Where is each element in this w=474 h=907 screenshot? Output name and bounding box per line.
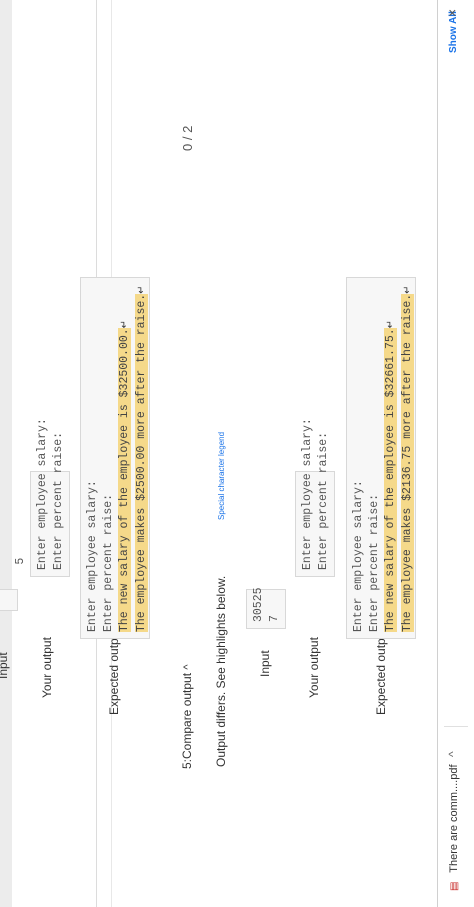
highlighted-line: The new salary of the employee is $32500…	[118, 328, 131, 632]
your-output-box: Enter employee salary: Enter percent rais…	[30, 418, 70, 577]
input-label: Input	[258, 650, 272, 677]
output-line: Enter employee salary:	[86, 480, 99, 632]
diff-message: Output differs. See highlights below.	[214, 575, 228, 767]
your-output-box: Enter employee salary: Enter percent rais…	[295, 418, 335, 577]
input-value: 5	[14, 557, 27, 565]
chevron-down-icon[interactable]: ^	[446, 751, 460, 757]
return-icon: ↵	[137, 285, 148, 294]
output-line: Enter percent raise:	[317, 431, 330, 570]
return-icon: ↵	[386, 319, 397, 329]
score-label: 0 / 2	[180, 125, 195, 151]
input-box: 5	[0, 558, 27, 611]
download-file-name: There are comm....pdf	[448, 764, 460, 873]
output-line: Enter employee salary:	[36, 418, 49, 570]
pdf-file-icon: ▤	[449, 881, 460, 891]
expected-output-label: Expected output	[374, 628, 388, 715]
divider	[444, 726, 468, 727]
highlighted-line: The employee makes $2136.75 more after t…	[401, 293, 414, 632]
input-label: Input	[0, 652, 10, 679]
show-all-button[interactable]: Show All	[448, 11, 459, 53]
special-character-legend-link[interactable]: Special character legend	[217, 432, 226, 520]
input-line: 7	[268, 615, 281, 622]
return-icon: ↵	[120, 319, 131, 329]
highlighted-line: The employee makes $2500.00 more after t…	[135, 293, 148, 632]
your-output-label: Your output	[307, 637, 321, 698]
compare-output-toggle[interactable]: 5:Compare output ^	[180, 664, 194, 769]
expected-output-label: Expected output	[107, 628, 121, 715]
section-title: 5:Compare output	[180, 672, 194, 769]
output-line: Enter percent raise:	[102, 493, 115, 632]
download-item[interactable]: ▤ There are comm....pdf	[448, 764, 460, 891]
downloads-bar: ▤ There are comm....pdf ^ Show All ×	[437, 0, 474, 907]
output-line: Enter percent raise:	[368, 493, 381, 632]
results-panel: Input 5 Your output Enter employee salar…	[0, 0, 437, 907]
your-output-label: Your output	[40, 637, 54, 698]
output-line: Enter employee salary:	[301, 418, 314, 570]
input-box: 30525 7	[246, 587, 286, 629]
output-line: Enter percent raise:	[52, 431, 65, 570]
close-icon[interactable]: ×	[444, 9, 460, 17]
input-line: 30525	[252, 587, 265, 622]
expected-output-box: Enter employee salary: Enter percent rais…	[80, 277, 150, 639]
expected-output-box: Enter employee salary: Enter percent rais…	[346, 277, 416, 639]
output-line: Enter employee salary:	[352, 480, 365, 632]
highlighted-line: The new salary of the employee is $32661…	[384, 328, 397, 632]
page-stage: Input 5 Your output Enter employee salar…	[0, 0, 474, 907]
chevron-up-icon: ^	[182, 664, 194, 670]
top-gray-band	[0, 0, 12, 907]
return-icon: ↵	[403, 285, 414, 294]
